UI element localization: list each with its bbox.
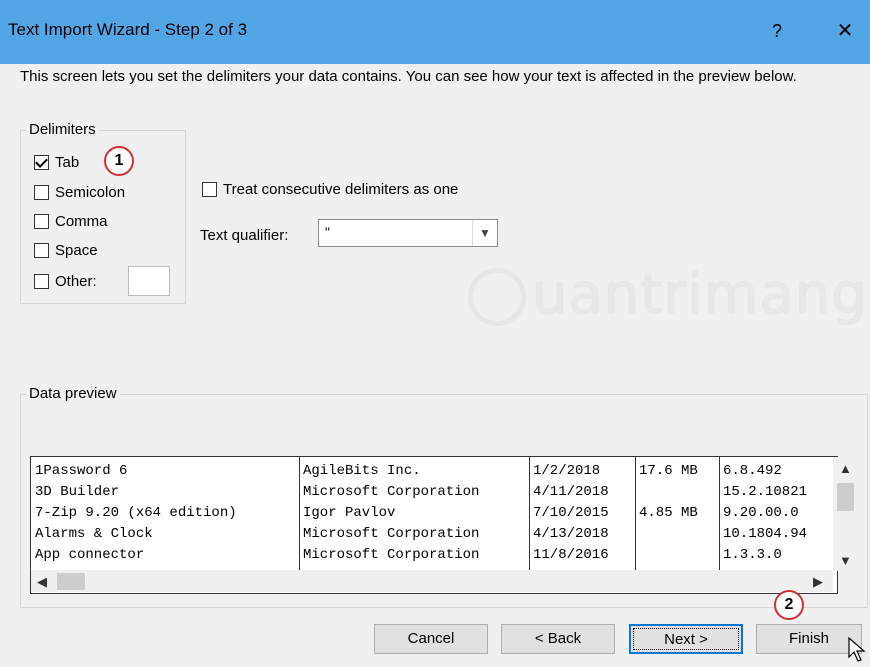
preview-cell: 1.3.3.0 [723,547,782,563]
preview-cell: 4/11/2018 [533,484,609,500]
text-qualifier-select[interactable]: " ▼ [318,219,498,247]
preview-cell [635,524,719,545]
semicolon-label: Semicolon [55,183,126,201]
data-preview-legend: Data preview [26,385,120,402]
semicolon-checkbox-row[interactable]: Semicolon [34,182,125,202]
preview-cell [635,545,719,566]
space-checkbox[interactable] [34,242,49,258]
preview-cell: Microsoft Corporation [303,484,480,500]
next-button[interactable]: Next > [629,624,743,654]
title-bar: Text Import Wizard - Step 2 of 3 ? ✕ [0,0,870,64]
preview-cell: 11/8/2016 [533,547,609,563]
comma-label: Comma [55,212,108,230]
consecutive-checkbox[interactable] [202,181,217,197]
other-label: Other: [55,272,97,290]
consecutive-checkbox-row[interactable]: Treat consecutive delimiters as one [202,179,458,199]
step-badge-2: 2 [774,590,804,620]
space-label: Space [55,241,98,259]
preview-cell: 1/2/2018 [533,463,601,479]
vertical-scroll-thumb[interactable] [837,483,854,511]
preview-cell: Igor Pavlov [303,505,396,521]
chevron-down-icon[interactable]: ▼ [472,220,497,246]
scroll-down-icon[interactable]: ▼ [839,553,852,568]
text-qualifier-value: " [325,224,330,240]
preview-cell [635,482,719,503]
step-badge-1: 1 [104,146,134,176]
other-checkbox[interactable] [34,273,49,289]
preview-cell: AgileBits Inc. [303,463,421,479]
preview-cell: 7-Zip 9.20 (x64 edition) [35,505,237,521]
preview-cell: 9.20.00.0 [723,505,799,521]
scroll-up-icon[interactable]: ▲ [839,461,852,476]
tab-checkbox[interactable] [34,154,49,170]
other-checkbox-row[interactable]: Other: [34,271,97,291]
help-button[interactable]: ? [760,14,794,48]
mouse-pointer-icon [848,637,866,662]
vertical-scrollbar[interactable]: ▲ ▼ [833,457,855,571]
scroll-left-icon[interactable]: ◀ [37,574,47,590]
other-delimiter-input[interactable] [128,266,170,296]
preview-cell: Microsoft Corporation [303,547,480,563]
preview-cell: 15.2.10821 [723,484,808,500]
semicolon-checkbox[interactable] [34,184,49,200]
description-text: This screen lets you set the delimiters … [20,68,797,85]
window-title: Text Import Wizard - Step 2 of 3 [8,20,248,39]
tab-checkbox-row[interactable]: Tab [34,152,79,172]
watermark-logo-icon [468,268,526,326]
preview-cell: 3D Builder [35,484,120,500]
preview-cell: 10.1804.94 [723,526,808,542]
preview-cell: App connector [35,547,145,563]
watermark-text: uantrimang [532,262,868,327]
text-qualifier-label: Text qualifier: [200,227,289,244]
close-button[interactable]: ✕ [828,14,862,48]
space-checkbox-row[interactable]: Space [34,240,98,260]
preview-cell: 4/13/2018 [533,526,609,542]
preview-cell: 7/10/2015 [533,505,609,521]
cancel-button[interactable]: Cancel [374,624,488,654]
horizontal-scroll-thumb[interactable] [57,573,85,590]
scroll-right-icon[interactable]: ▶ [813,574,823,590]
preview-cell: 4.85 MB [639,505,698,521]
preview-cell: 6.8.492 [723,463,782,479]
tab-label: Tab [55,153,80,171]
consecutive-label: Treat consecutive delimiters as one [223,180,459,198]
delimiters-legend: Delimiters [26,121,99,138]
comma-checkbox[interactable] [34,213,49,229]
comma-checkbox-row[interactable]: Comma [34,211,108,231]
preview-cell: 17.6 MB [639,463,698,479]
finish-button[interactable]: Finish [756,624,862,654]
horizontal-scrollbar[interactable]: ◀ ▶ [31,570,833,592]
back-button[interactable]: < Back [501,624,615,654]
preview-cell: 1Password 6 [35,463,128,479]
preview-cell: Microsoft Corporation [303,526,480,542]
preview-cell: Alarms & Clock [35,526,153,542]
